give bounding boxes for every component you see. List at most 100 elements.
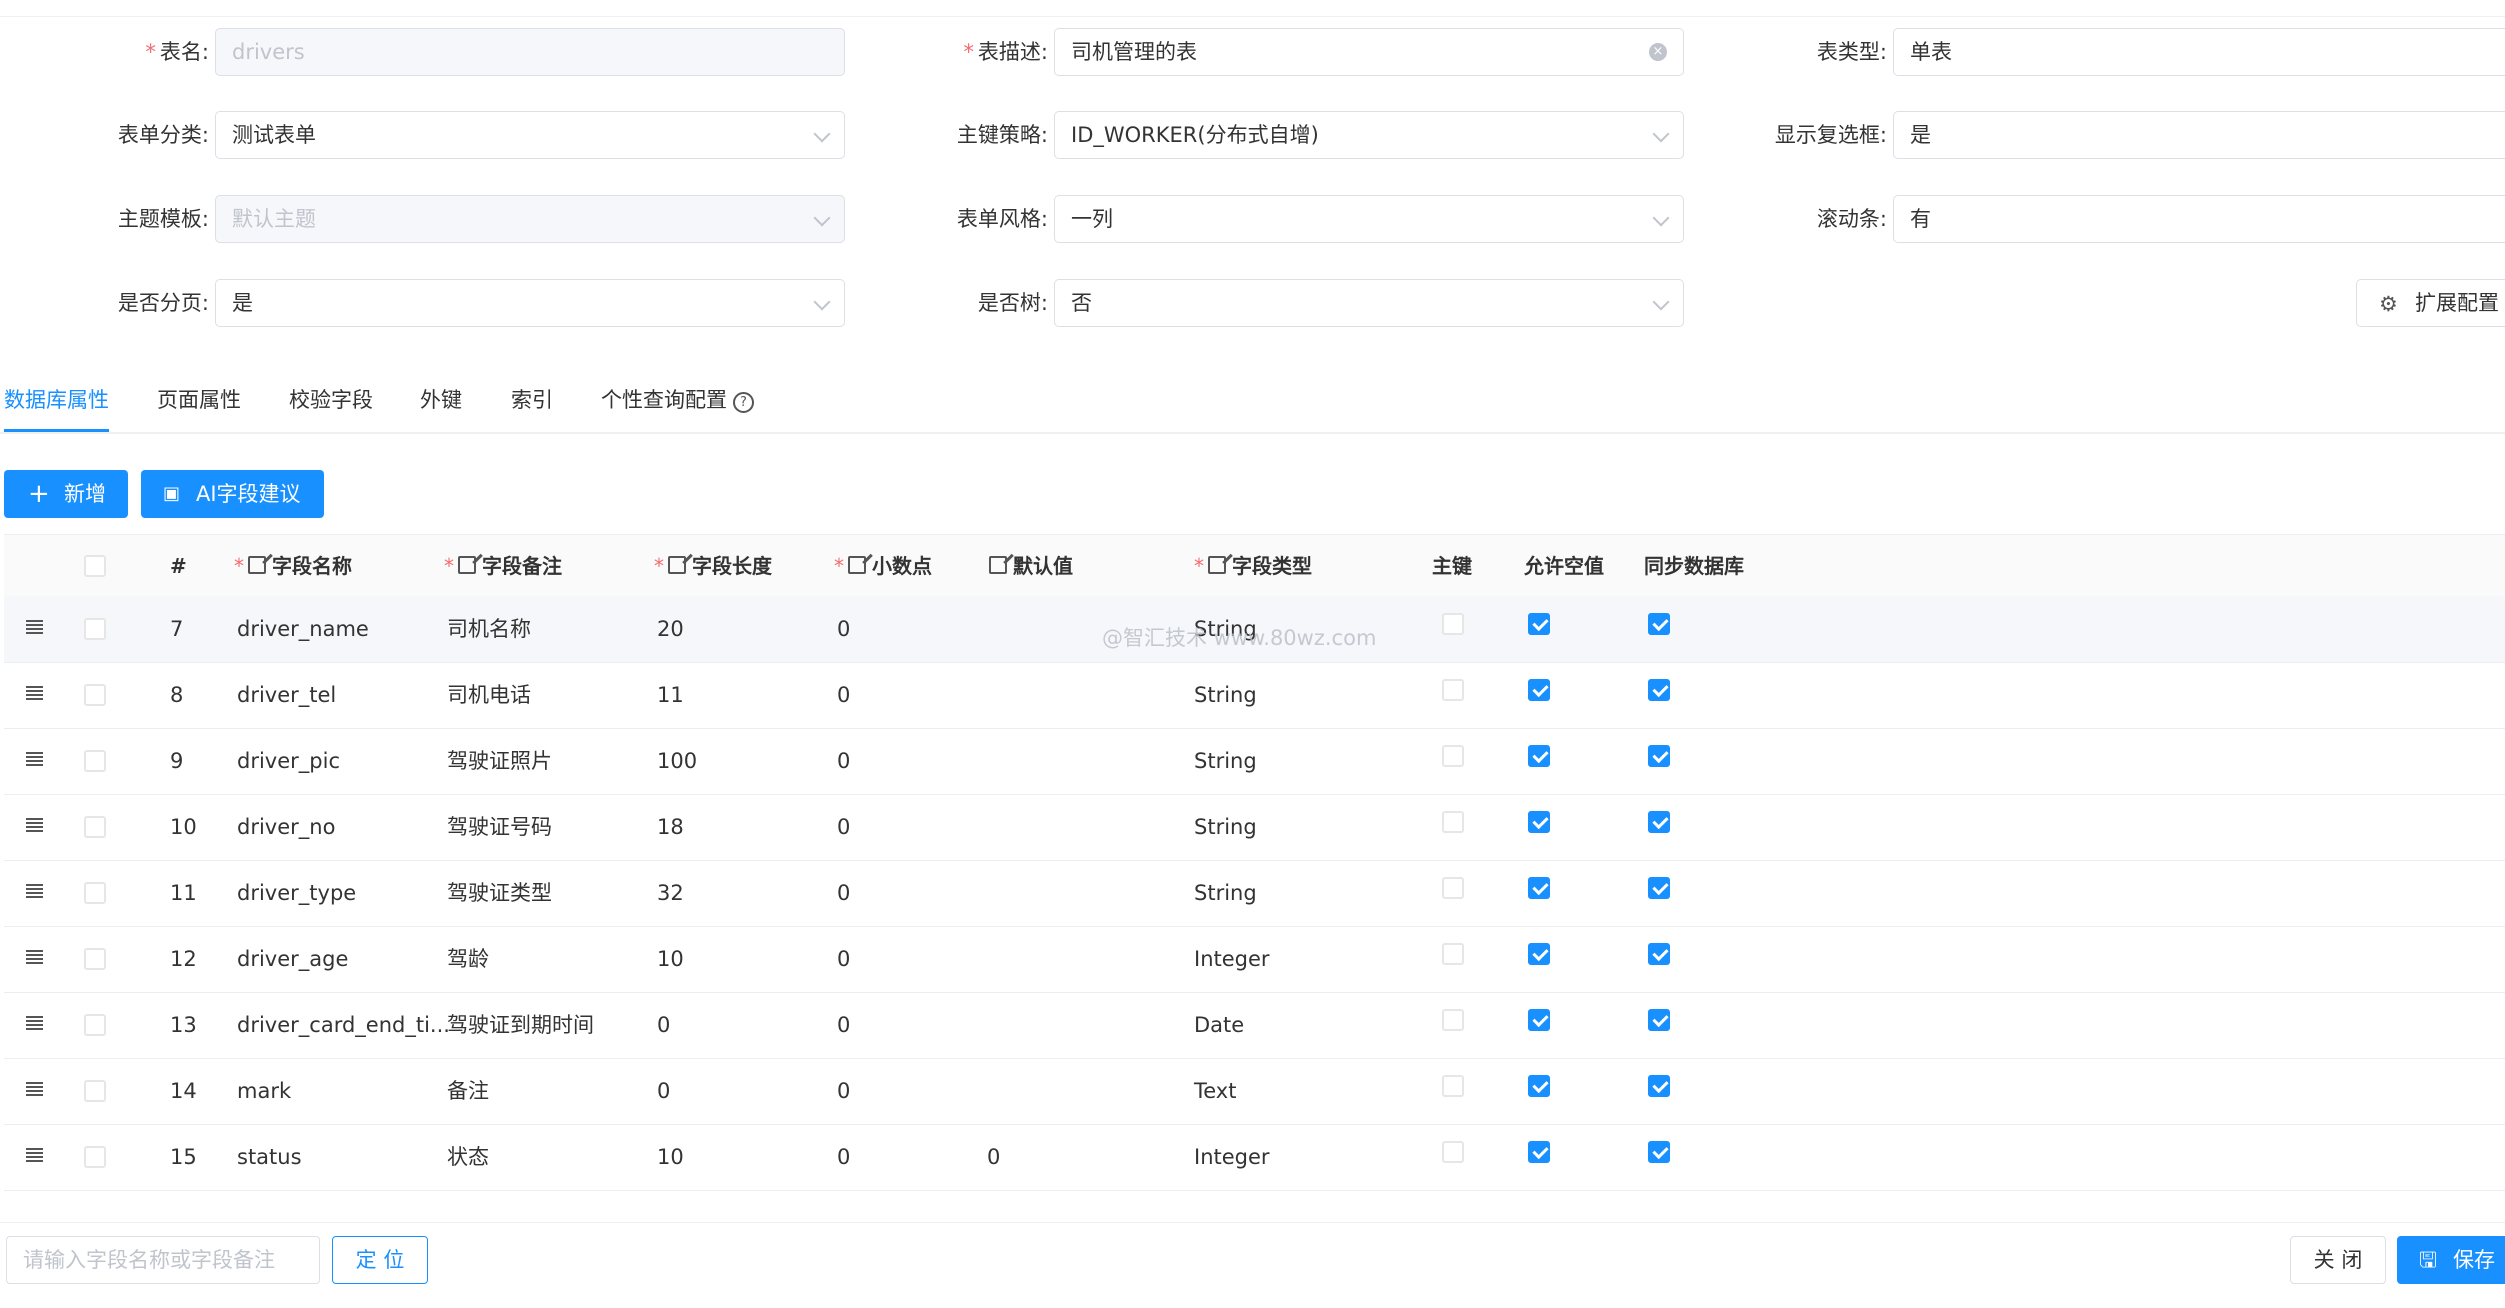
cell-field-name[interactable]: driver_type	[237, 860, 356, 926]
table-row[interactable]: 8 driver_tel 司机电话 11 0 String	[4, 662, 2505, 729]
cell-field-name[interactable]: driver_no	[237, 794, 335, 860]
nullable-checkbox[interactable]	[1528, 877, 1550, 899]
cell-field-comment[interactable]: 状态	[447, 1124, 489, 1190]
cell-index[interactable]: 14	[170, 1058, 197, 1124]
cell-field-name[interactable]: driver_tel	[237, 662, 336, 728]
cell-field-comment[interactable]: 驾驶证照片	[447, 728, 552, 794]
table-row[interactable]: 13 driver_card_end_ti... 驾驶证到期时间 0 0 Date	[4, 992, 2505, 1059]
nullable-checkbox[interactable]	[1528, 943, 1550, 965]
cell-field-length[interactable]: 20	[657, 596, 684, 662]
row-select-checkbox[interactable]	[84, 882, 106, 904]
cell-index[interactable]: 12	[170, 926, 197, 992]
drag-handle-icon[interactable]	[26, 950, 43, 964]
primary-key-checkbox[interactable]	[1442, 1009, 1464, 1031]
cell-field-type[interactable]: String	[1194, 662, 1257, 728]
sync-db-checkbox[interactable]	[1648, 1141, 1670, 1163]
cell-decimal[interactable]: 0	[837, 860, 850, 926]
drag-handle-icon[interactable]	[26, 818, 43, 832]
cell-decimal[interactable]: 0	[837, 1058, 850, 1124]
theme-select[interactable]: 默认主题	[215, 195, 845, 243]
cell-field-length[interactable]: 10	[657, 926, 684, 992]
drag-handle-icon[interactable]	[26, 1016, 43, 1030]
cell-field-length[interactable]: 0	[657, 992, 670, 1058]
field-search-input[interactable]	[6, 1236, 320, 1284]
cell-index[interactable]: 15	[170, 1124, 197, 1190]
cell-field-length[interactable]: 11	[657, 662, 684, 728]
row-select-checkbox[interactable]	[84, 618, 106, 640]
cell-field-comment[interactable]: 司机名称	[447, 596, 531, 662]
cell-field-length[interactable]: 32	[657, 860, 684, 926]
table-row[interactable]: 14 mark 备注 0 0 Text	[4, 1058, 2505, 1125]
form-style-select[interactable]: 一列	[1054, 195, 1684, 243]
row-select-checkbox[interactable]	[84, 684, 106, 706]
show-checkbox-select[interactable]: 是	[1893, 111, 2505, 159]
table-desc-input[interactable]: 司机管理的表 ×	[1054, 28, 1684, 76]
table-type-select[interactable]: 单表	[1893, 28, 2505, 76]
cell-field-comment[interactable]: 备注	[447, 1058, 489, 1124]
tab-db-properties[interactable]: 数据库属性	[4, 372, 109, 432]
cell-field-type[interactable]: String	[1194, 794, 1257, 860]
paging-select[interactable]: 是	[215, 279, 845, 327]
primary-key-checkbox[interactable]	[1442, 745, 1464, 767]
cell-field-type[interactable]: Date	[1194, 992, 1244, 1058]
cell-decimal[interactable]: 0	[837, 728, 850, 794]
sync-db-checkbox[interactable]	[1648, 679, 1670, 701]
table-name-input[interactable]: drivers	[215, 28, 845, 76]
cell-default-value[interactable]: 0	[987, 1124, 1000, 1190]
cell-field-name[interactable]: driver_pic	[237, 728, 340, 794]
cell-field-type[interactable]: Integer	[1194, 926, 1270, 992]
tab-indexes[interactable]: 索引	[511, 372, 553, 432]
sync-db-checkbox[interactable]	[1648, 1009, 1670, 1031]
is-tree-select[interactable]: 否	[1054, 279, 1684, 327]
cell-field-type[interactable]: String	[1194, 728, 1257, 794]
cell-field-comment[interactable]: 驾驶证类型	[447, 860, 552, 926]
nullable-checkbox[interactable]	[1528, 1075, 1550, 1097]
primary-key-checkbox[interactable]	[1442, 877, 1464, 899]
cell-index[interactable]: 8	[170, 662, 183, 728]
nullable-checkbox[interactable]	[1528, 1141, 1550, 1163]
cell-field-name[interactable]: status	[237, 1124, 302, 1190]
drag-handle-icon[interactable]	[26, 620, 43, 634]
tab-validation-fields[interactable]: 校验字段	[289, 372, 373, 432]
sync-db-checkbox[interactable]	[1648, 811, 1670, 833]
ai-suggest-button[interactable]: ▣ AI字段建议	[141, 470, 324, 518]
cell-field-type[interactable]: Integer	[1194, 1124, 1270, 1190]
row-select-checkbox[interactable]	[84, 948, 106, 970]
cell-index[interactable]: 11	[170, 860, 197, 926]
drag-handle-icon[interactable]	[26, 686, 43, 700]
cell-field-name[interactable]: mark	[237, 1058, 291, 1124]
cell-field-name[interactable]: driver_name	[237, 596, 369, 662]
scrollbar-select[interactable]: 有	[1893, 195, 2505, 243]
select-all-checkbox[interactable]	[84, 555, 106, 577]
cell-field-length[interactable]: 10	[657, 1124, 684, 1190]
cell-decimal[interactable]: 0	[837, 596, 850, 662]
primary-key-checkbox[interactable]	[1442, 811, 1464, 833]
row-select-checkbox[interactable]	[84, 1014, 106, 1036]
cell-field-length[interactable]: 0	[657, 1058, 670, 1124]
cell-decimal[interactable]: 0	[837, 1124, 850, 1190]
close-button[interactable]: 关 闭	[2290, 1236, 2386, 1284]
form-category-select[interactable]: 测试表单	[215, 111, 845, 159]
table-row[interactable]: 11 driver_type 驾驶证类型 32 0 String	[4, 860, 2505, 927]
nullable-checkbox[interactable]	[1528, 613, 1550, 635]
row-select-checkbox[interactable]	[84, 1080, 106, 1102]
add-button[interactable]: + 新增	[4, 470, 128, 518]
primary-key-checkbox[interactable]	[1442, 1075, 1464, 1097]
extension-config-button[interactable]: ⚙ 扩展配置	[2356, 279, 2505, 327]
cell-field-name[interactable]: driver_card_end_ti...	[237, 992, 450, 1058]
cell-index[interactable]: 13	[170, 992, 197, 1058]
locate-button[interactable]: 定 位	[332, 1236, 428, 1284]
cell-index[interactable]: 10	[170, 794, 197, 860]
table-row[interactable]: 15 status 状态 10 0 0 Integer	[4, 1124, 2505, 1191]
nullable-checkbox[interactable]	[1528, 745, 1550, 767]
clear-icon[interactable]: ×	[1649, 43, 1667, 61]
cell-field-comment[interactable]: 驾驶证到期时间	[447, 992, 594, 1058]
primary-key-checkbox[interactable]	[1442, 613, 1464, 635]
row-select-checkbox[interactable]	[84, 1146, 106, 1168]
primary-key-checkbox[interactable]	[1442, 943, 1464, 965]
sync-db-checkbox[interactable]	[1648, 943, 1670, 965]
cell-field-comment[interactable]: 司机电话	[447, 662, 531, 728]
nullable-checkbox[interactable]	[1528, 679, 1550, 701]
table-row[interactable]: 10 driver_no 驾驶证号码 18 0 String	[4, 794, 2505, 861]
drag-handle-icon[interactable]	[26, 1148, 43, 1162]
